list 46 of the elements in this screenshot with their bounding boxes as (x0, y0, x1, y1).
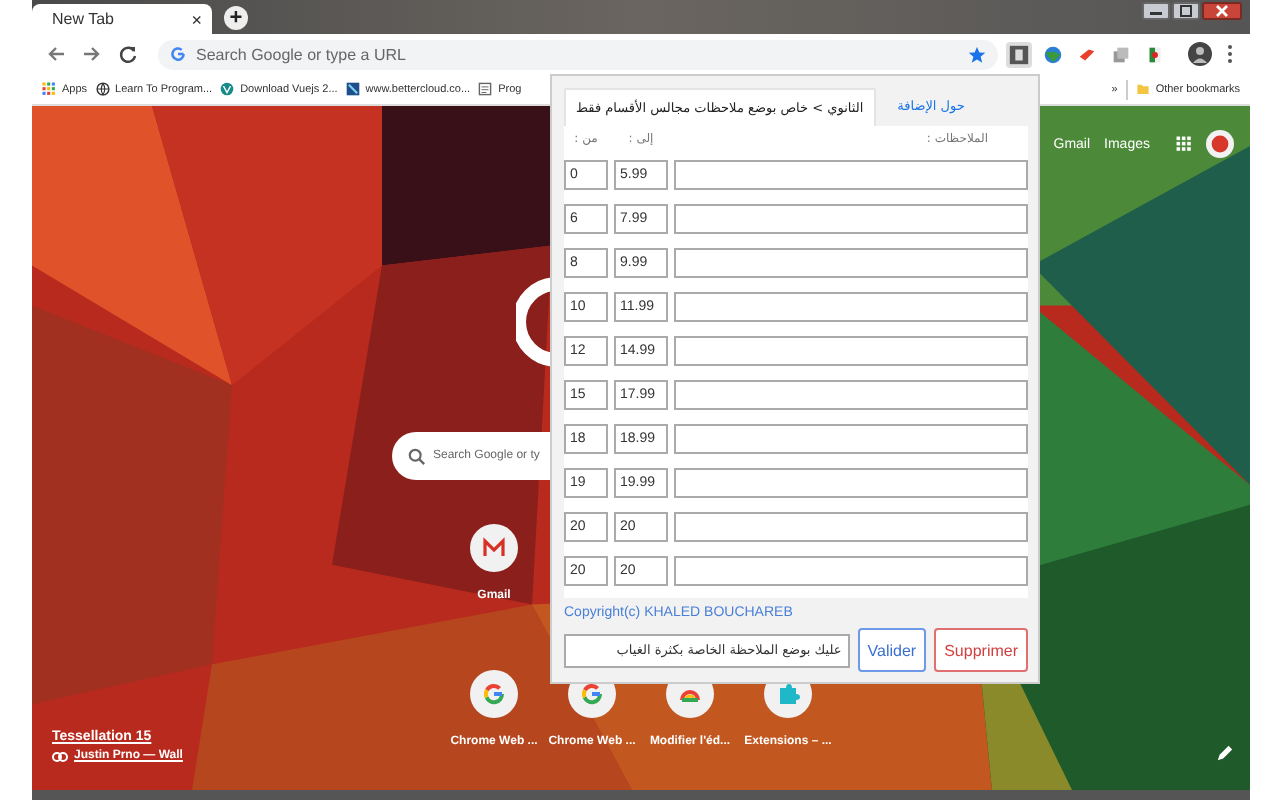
colored-ring-icon (170, 46, 186, 62)
avatar-icon[interactable] (1206, 130, 1234, 158)
colored-ring-icon (580, 682, 604, 706)
mail-icon (482, 536, 506, 560)
note-field[interactable] (674, 512, 1028, 542)
note-field[interactable] (674, 248, 1028, 278)
star-icon[interactable] (968, 45, 986, 63)
address-bar[interactable]: Search Google or type a URL (158, 39, 998, 69)
note-field[interactable] (674, 292, 1028, 322)
search-icon (407, 447, 425, 465)
globe-icon (95, 82, 110, 96)
globe-icon[interactable] (1040, 41, 1066, 67)
page-icon (478, 82, 493, 96)
folder-icon (1135, 82, 1150, 96)
maximize-icon[interactable] (1172, 2, 1200, 20)
note-field[interactable] (674, 204, 1028, 234)
forward-icon[interactable] (82, 44, 102, 64)
colored-ring-icon (482, 682, 506, 706)
apps-grid-icon[interactable] (1176, 136, 1192, 152)
action-button[interactable]: Supprimer (934, 628, 1028, 672)
browser-tab[interactable]: New Tab × (32, 4, 212, 34)
puzzle-icon (776, 682, 800, 706)
minimize-icon[interactable] (1142, 2, 1170, 20)
reload-icon[interactable] (118, 44, 138, 64)
note-field[interactable] (674, 160, 1028, 190)
note-field[interactable] (674, 380, 1028, 410)
close-icon[interactable] (1202, 2, 1242, 20)
circle-icon (220, 82, 235, 96)
note-field[interactable] (674, 556, 1028, 586)
back-icon[interactable] (46, 44, 66, 64)
tab-title: New Tab (52, 10, 114, 28)
arc-logo-icon (515, 276, 551, 368)
address-placeholder: Search Google or type a URL (196, 45, 408, 63)
close-tab-button[interactable]: × (191, 9, 202, 29)
square-icon[interactable] (1006, 41, 1032, 67)
pencil-icon[interactable] (1216, 744, 1234, 762)
new-tab-button[interactable]: + (224, 6, 248, 30)
menu-icon[interactable] (1226, 42, 1234, 66)
grid-icon (42, 82, 56, 96)
avatar-icon[interactable] (1188, 42, 1212, 66)
note-field[interactable] (674, 336, 1028, 366)
square-icon (345, 82, 360, 96)
action-button[interactable]: Valider (857, 628, 927, 672)
note-field[interactable] (674, 468, 1028, 498)
link-icon (52, 751, 68, 761)
note-field[interactable] (674, 424, 1028, 454)
